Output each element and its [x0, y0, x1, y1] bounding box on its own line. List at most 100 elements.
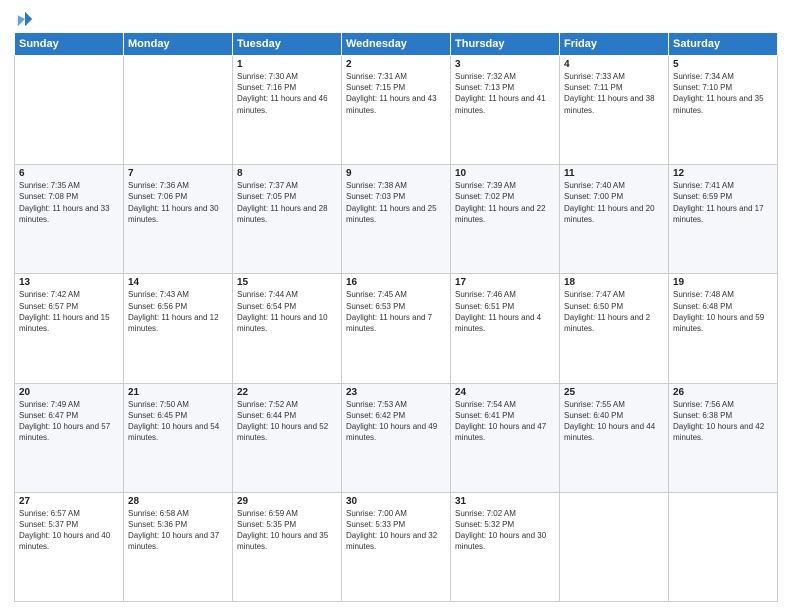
day-info: Sunrise: 7:56 AMSunset: 6:38 PMDaylight:… [673, 399, 773, 444]
day-number: 19 [673, 277, 773, 288]
day-number: 1 [237, 59, 337, 70]
day-info: Sunrise: 7:55 AMSunset: 6:40 PMDaylight:… [564, 399, 664, 444]
day-number: 14 [128, 277, 228, 288]
day-number: 24 [455, 387, 555, 398]
day-number: 21 [128, 387, 228, 398]
day-number: 3 [455, 59, 555, 70]
day-cell: 5Sunrise: 7:34 AMSunset: 7:10 PMDaylight… [669, 56, 778, 165]
day-cell: 18Sunrise: 7:47 AMSunset: 6:50 PMDayligh… [560, 274, 669, 383]
day-info: Sunrise: 7:48 AMSunset: 6:48 PMDaylight:… [673, 289, 773, 334]
day-info: Sunrise: 7:41 AMSunset: 6:59 PMDaylight:… [673, 180, 773, 225]
day-cell: 6Sunrise: 7:35 AMSunset: 7:08 PMDaylight… [15, 165, 124, 274]
day-info: Sunrise: 7:39 AMSunset: 7:02 PMDaylight:… [455, 180, 555, 225]
day-cell: 4Sunrise: 7:33 AMSunset: 7:11 PMDaylight… [560, 56, 669, 165]
day-number: 11 [564, 168, 664, 179]
day-cell: 25Sunrise: 7:55 AMSunset: 6:40 PMDayligh… [560, 383, 669, 492]
col-header-wednesday: Wednesday [342, 33, 451, 56]
day-cell: 22Sunrise: 7:52 AMSunset: 6:44 PMDayligh… [233, 383, 342, 492]
day-info: Sunrise: 7:38 AMSunset: 7:03 PMDaylight:… [346, 180, 446, 225]
day-cell: 7Sunrise: 7:36 AMSunset: 7:06 PMDaylight… [124, 165, 233, 274]
day-cell: 17Sunrise: 7:46 AMSunset: 6:51 PMDayligh… [451, 274, 560, 383]
day-cell: 20Sunrise: 7:49 AMSunset: 6:47 PMDayligh… [15, 383, 124, 492]
day-cell: 19Sunrise: 7:48 AMSunset: 6:48 PMDayligh… [669, 274, 778, 383]
day-cell: 14Sunrise: 7:43 AMSunset: 6:56 PMDayligh… [124, 274, 233, 383]
day-info: Sunrise: 7:00 AMSunset: 5:33 PMDaylight:… [346, 508, 446, 553]
day-number: 9 [346, 168, 446, 179]
day-cell [560, 492, 669, 601]
day-cell: 1Sunrise: 7:30 AMSunset: 7:16 PMDaylight… [233, 56, 342, 165]
day-cell: 31Sunrise: 7:02 AMSunset: 5:32 PMDayligh… [451, 492, 560, 601]
day-cell: 16Sunrise: 7:45 AMSunset: 6:53 PMDayligh… [342, 274, 451, 383]
day-number: 31 [455, 496, 555, 507]
day-info: Sunrise: 7:46 AMSunset: 6:51 PMDaylight:… [455, 289, 555, 334]
day-number: 16 [346, 277, 446, 288]
col-header-tuesday: Tuesday [233, 33, 342, 56]
week-row-2: 13Sunrise: 7:42 AMSunset: 6:57 PMDayligh… [15, 274, 778, 383]
day-info: Sunrise: 7:43 AMSunset: 6:56 PMDaylight:… [128, 289, 228, 334]
day-cell: 15Sunrise: 7:44 AMSunset: 6:54 PMDayligh… [233, 274, 342, 383]
week-row-4: 27Sunrise: 6:57 AMSunset: 5:37 PMDayligh… [15, 492, 778, 601]
day-number: 20 [19, 387, 119, 398]
day-info: Sunrise: 7:30 AMSunset: 7:16 PMDaylight:… [237, 71, 337, 116]
day-info: Sunrise: 7:49 AMSunset: 6:47 PMDaylight:… [19, 399, 119, 444]
col-header-monday: Monday [124, 33, 233, 56]
calendar: SundayMondayTuesdayWednesdayThursdayFrid… [14, 32, 778, 602]
day-cell: 10Sunrise: 7:39 AMSunset: 7:02 PMDayligh… [451, 165, 560, 274]
day-number: 6 [19, 168, 119, 179]
day-cell: 30Sunrise: 7:00 AMSunset: 5:33 PMDayligh… [342, 492, 451, 601]
col-header-friday: Friday [560, 33, 669, 56]
day-number: 7 [128, 168, 228, 179]
day-number: 8 [237, 168, 337, 179]
day-info: Sunrise: 7:45 AMSunset: 6:53 PMDaylight:… [346, 289, 446, 334]
day-info: Sunrise: 7:37 AMSunset: 7:05 PMDaylight:… [237, 180, 337, 225]
col-header-sunday: Sunday [15, 33, 124, 56]
day-number: 13 [19, 277, 119, 288]
day-cell: 11Sunrise: 7:40 AMSunset: 7:00 PMDayligh… [560, 165, 669, 274]
col-header-thursday: Thursday [451, 33, 560, 56]
day-cell: 3Sunrise: 7:32 AMSunset: 7:13 PMDaylight… [451, 56, 560, 165]
day-cell [669, 492, 778, 601]
day-info: Sunrise: 7:52 AMSunset: 6:44 PMDaylight:… [237, 399, 337, 444]
day-cell: 2Sunrise: 7:31 AMSunset: 7:15 PMDaylight… [342, 56, 451, 165]
day-info: Sunrise: 6:59 AMSunset: 5:35 PMDaylight:… [237, 508, 337, 553]
day-number: 17 [455, 277, 555, 288]
day-number: 18 [564, 277, 664, 288]
day-number: 22 [237, 387, 337, 398]
day-info: Sunrise: 7:54 AMSunset: 6:41 PMDaylight:… [455, 399, 555, 444]
day-cell: 24Sunrise: 7:54 AMSunset: 6:41 PMDayligh… [451, 383, 560, 492]
header [14, 10, 778, 24]
day-info: Sunrise: 6:58 AMSunset: 5:36 PMDaylight:… [128, 508, 228, 553]
day-number: 15 [237, 277, 337, 288]
day-cell: 23Sunrise: 7:53 AMSunset: 6:42 PMDayligh… [342, 383, 451, 492]
day-info: Sunrise: 7:35 AMSunset: 7:08 PMDaylight:… [19, 180, 119, 225]
day-number: 23 [346, 387, 446, 398]
day-info: Sunrise: 7:42 AMSunset: 6:57 PMDaylight:… [19, 289, 119, 334]
logo-icon [16, 10, 34, 28]
day-number: 25 [564, 387, 664, 398]
day-number: 28 [128, 496, 228, 507]
day-number: 5 [673, 59, 773, 70]
day-cell: 26Sunrise: 7:56 AMSunset: 6:38 PMDayligh… [669, 383, 778, 492]
week-row-3: 20Sunrise: 7:49 AMSunset: 6:47 PMDayligh… [15, 383, 778, 492]
day-info: Sunrise: 7:44 AMSunset: 6:54 PMDaylight:… [237, 289, 337, 334]
day-cell: 12Sunrise: 7:41 AMSunset: 6:59 PMDayligh… [669, 165, 778, 274]
day-cell: 9Sunrise: 7:38 AMSunset: 7:03 PMDaylight… [342, 165, 451, 274]
day-info: Sunrise: 7:31 AMSunset: 7:15 PMDaylight:… [346, 71, 446, 116]
day-info: Sunrise: 7:47 AMSunset: 6:50 PMDaylight:… [564, 289, 664, 334]
logo [14, 10, 34, 24]
week-row-0: 1Sunrise: 7:30 AMSunset: 7:16 PMDaylight… [15, 56, 778, 165]
col-header-saturday: Saturday [669, 33, 778, 56]
day-info: Sunrise: 7:34 AMSunset: 7:10 PMDaylight:… [673, 71, 773, 116]
day-cell: 13Sunrise: 7:42 AMSunset: 6:57 PMDayligh… [15, 274, 124, 383]
day-info: Sunrise: 7:40 AMSunset: 7:00 PMDaylight:… [564, 180, 664, 225]
day-cell [124, 56, 233, 165]
day-cell: 27Sunrise: 6:57 AMSunset: 5:37 PMDayligh… [15, 492, 124, 601]
day-number: 26 [673, 387, 773, 398]
day-info: Sunrise: 7:53 AMSunset: 6:42 PMDaylight:… [346, 399, 446, 444]
day-number: 27 [19, 496, 119, 507]
day-cell: 28Sunrise: 6:58 AMSunset: 5:36 PMDayligh… [124, 492, 233, 601]
day-cell [15, 56, 124, 165]
day-info: Sunrise: 7:36 AMSunset: 7:06 PMDaylight:… [128, 180, 228, 225]
day-number: 2 [346, 59, 446, 70]
day-info: Sunrise: 7:32 AMSunset: 7:13 PMDaylight:… [455, 71, 555, 116]
